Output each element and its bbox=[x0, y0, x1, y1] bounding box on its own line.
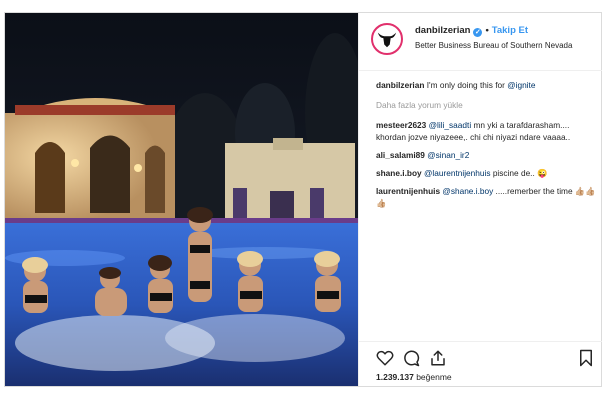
comment-username[interactable]: ali_salami89 bbox=[376, 150, 425, 160]
pool-party-photo bbox=[5, 13, 358, 386]
comment-item: laurentnijenhuis @shane.i.boy .....remer… bbox=[376, 185, 598, 209]
bull-skull-logo-icon bbox=[377, 32, 397, 48]
likes-count[interactable]: 1.239.137 beğenme bbox=[376, 372, 452, 382]
load-more-comments[interactable]: Daha fazla yorum yükle bbox=[376, 99, 598, 111]
caption-username[interactable]: danbilzerian bbox=[376, 80, 424, 90]
comment-item: mesteer2623 @lili_saadti mn yki a tarafd… bbox=[376, 119, 598, 143]
verified-badge-icon: ✓ bbox=[473, 28, 483, 37]
location-link[interactable]: Better Business Bureau of Southern Nevad… bbox=[415, 41, 572, 50]
comment-mention[interactable]: @laurentnijenhuis bbox=[424, 168, 491, 178]
heart-icon[interactable] bbox=[376, 349, 394, 367]
wink-emoji-icon: 😜 bbox=[537, 168, 548, 178]
caption-mention[interactable]: @ignite bbox=[507, 80, 535, 90]
likes-label: beğenme bbox=[416, 372, 452, 382]
caption-text: I'm only doing this for bbox=[426, 80, 508, 90]
comment-username[interactable]: mesteer2623 bbox=[376, 120, 426, 130]
comment-mention[interactable]: @sinan_ir2 bbox=[427, 150, 469, 160]
comment-mention[interactable]: @lili_saadti bbox=[429, 120, 472, 130]
likes-number: 1.239.137 bbox=[376, 372, 414, 382]
separator-dot: • bbox=[485, 25, 489, 36]
post-side-panel: danbilzerian ✓ • Takip Et Better Business B… bbox=[358, 13, 602, 386]
avatar[interactable] bbox=[371, 23, 403, 55]
share-upload-icon[interactable] bbox=[429, 349, 447, 367]
comment-text: piscine de.. bbox=[490, 168, 535, 178]
comment-username[interactable]: shane.i.boy bbox=[376, 168, 422, 178]
caption: danbilzerian I'm only doing this for @ig… bbox=[376, 79, 598, 91]
comment-bubble-icon[interactable] bbox=[402, 349, 420, 367]
follow-button[interactable]: Takip Et bbox=[492, 25, 528, 36]
comment-text: .....remerber the time bbox=[493, 186, 573, 196]
comments-list: danbilzerian I'm only doing this for @ig… bbox=[376, 79, 598, 215]
bookmark-icon[interactable] bbox=[577, 349, 595, 367]
comment-item: ali_salami89 @sinan_ir2 bbox=[376, 149, 598, 161]
post-photo[interactable] bbox=[5, 13, 358, 386]
comment-mention[interactable]: @shane.i.boy bbox=[442, 186, 493, 196]
header-user-line: danbilzerian ✓ • Takip Et bbox=[415, 25, 528, 37]
header-username[interactable]: danbilzerian bbox=[415, 25, 470, 36]
action-bar: 1.239.137 beğenme bbox=[359, 341, 602, 386]
post-header: danbilzerian ✓ • Takip Et Better Business B… bbox=[359, 13, 602, 71]
instagram-post: danbilzerian ✓ • Takip Et Better Business B… bbox=[4, 12, 602, 387]
comment-item: shane.i.boy @laurentnijenhuis piscine de… bbox=[376, 167, 598, 179]
comment-username[interactable]: laurentnijenhuis bbox=[376, 186, 440, 196]
